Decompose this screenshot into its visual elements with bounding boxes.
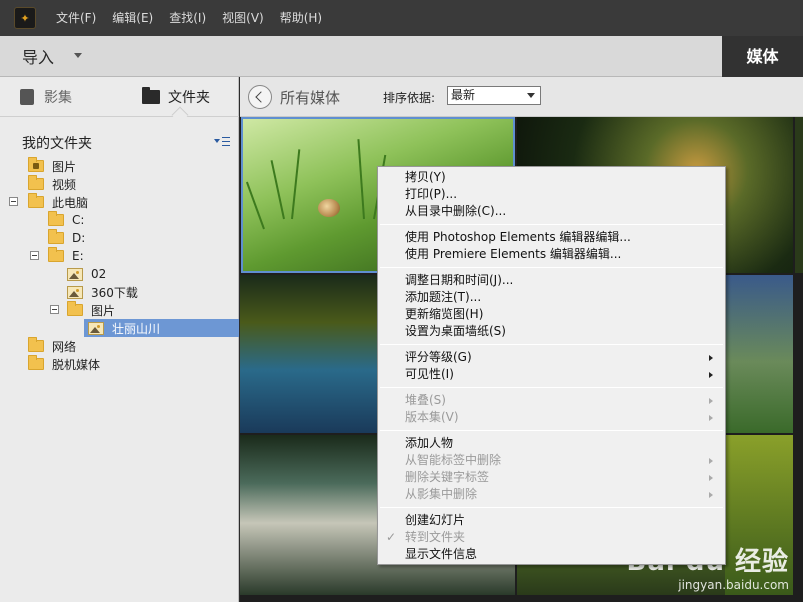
submenu-arrow-icon xyxy=(709,398,713,404)
folder-icon xyxy=(48,211,64,226)
menu-item-add-people[interactable]: 添加人物 xyxy=(405,435,453,452)
watermark-url: jingyan.baidu.com xyxy=(678,578,789,592)
menu-item-copy[interactable]: 拷贝(Y) xyxy=(405,169,446,186)
main-header: 所有媒体 排序依据: 最新 xyxy=(240,77,803,117)
collapse-icon[interactable] xyxy=(30,251,39,260)
image-folder-icon xyxy=(67,267,83,281)
folder-icon xyxy=(67,301,83,316)
tab-albums-label: 影集 xyxy=(44,90,72,106)
snail-image xyxy=(318,199,340,217)
tree-item[interactable]: 网络 xyxy=(28,337,76,355)
panel-tabs: 影集 文件夹 xyxy=(0,77,239,124)
left-panel: 影集 文件夹 我的文件夹 图片 视频 此电脑 C: D: E: 02 360下载… xyxy=(0,77,239,602)
tree-item[interactable]: E: xyxy=(48,247,84,265)
tab-folders-label: 文件夹 xyxy=(168,90,210,106)
checkmark-icon: ✓ xyxy=(386,530,397,544)
media-tab[interactable]: 媒体 xyxy=(722,36,803,77)
folder-icon xyxy=(48,229,64,244)
menu-item-remove-from-album: 从影集中删除 xyxy=(405,487,478,501)
tree-item[interactable]: 360下载 xyxy=(67,283,138,301)
menu-item-edit-premiere[interactable]: 使用 Premiere Elements 编辑器编辑... xyxy=(405,246,621,263)
tree-item[interactable]: 脱机媒体 xyxy=(28,355,100,373)
context-menu: 拷贝(Y) 打印(P)... 从目录中删除(C)... 使用 Photoshop… xyxy=(377,166,726,565)
tree-item[interactable]: 视频 xyxy=(28,175,76,193)
folder-icon xyxy=(28,175,44,190)
menu-item-visibility[interactable]: 可见性(I) xyxy=(405,366,454,383)
tree-item[interactable]: D: xyxy=(48,229,85,247)
media-thumbnail[interactable] xyxy=(795,117,803,273)
album-icon xyxy=(20,89,34,105)
collapse-icon[interactable] xyxy=(50,305,59,314)
submenu-arrow-icon xyxy=(709,355,713,361)
submenu-arrow-icon xyxy=(709,475,713,481)
menu-item-update-thumbnail[interactable]: 更新缩览图(H) xyxy=(405,306,483,323)
menu-item-create-slideshow[interactable]: 创建幻灯片 xyxy=(405,512,465,529)
menu-view[interactable]: 视图(V) xyxy=(214,0,272,36)
menu-help[interactable]: 帮助(H) xyxy=(272,0,330,36)
folder-icon xyxy=(28,355,44,370)
submenu-arrow-icon xyxy=(709,372,713,378)
menu-item-print[interactable]: 打印(P)... xyxy=(405,186,457,203)
toolbar: 导入 媒体 xyxy=(0,36,803,77)
tree-item[interactable]: 02 xyxy=(67,265,106,283)
back-button[interactable] xyxy=(248,85,272,109)
tree-item[interactable]: 图片 xyxy=(28,157,76,175)
my-folders-title: 我的文件夹 xyxy=(22,136,92,152)
folder-icon xyxy=(28,337,44,352)
submenu-arrow-icon xyxy=(709,415,713,421)
menu-item-edit-photoshop[interactable]: 使用 Photoshop Elements 编辑器编辑... xyxy=(405,229,631,246)
menu-separator xyxy=(380,224,723,225)
special-folder-icon xyxy=(28,157,44,172)
menu-item-add-caption[interactable]: 添加题注(T)... xyxy=(405,289,481,306)
menu-find[interactable]: 查找(I) xyxy=(161,0,214,36)
tree-item-selected[interactable]: 壮丽山川 xyxy=(84,319,239,337)
tree-item[interactable]: C: xyxy=(48,211,84,229)
menu-item-show-file-info[interactable]: 显示文件信息 xyxy=(405,546,477,563)
menu-separator xyxy=(380,267,723,268)
menu-item-stack: 堆叠(S) xyxy=(405,393,446,407)
image-folder-icon xyxy=(67,285,83,299)
import-button[interactable]: 导入 xyxy=(22,44,54,68)
folder-icon xyxy=(48,247,64,262)
collapse-icon[interactable] xyxy=(9,197,18,206)
breadcrumb: 所有媒体 xyxy=(280,89,341,107)
chevron-down-icon[interactable] xyxy=(74,53,82,58)
tab-pointer xyxy=(171,106,189,124)
menu-separator xyxy=(380,387,723,388)
menu-item-delete-from-catalog[interactable]: 从目录中删除(C)... xyxy=(405,203,506,220)
sort-label: 排序依据: xyxy=(383,91,436,105)
menu-separator xyxy=(380,430,723,431)
menu-item-remove-smart-tag: 从智能标签中删除 xyxy=(405,453,502,467)
app-logo-icon: ✦ xyxy=(14,7,36,29)
tab-albums[interactable]: 影集 xyxy=(20,87,72,107)
menu-item-go-to-folder: 转到文件夹 xyxy=(405,530,466,544)
menu-bar: ✦ 文件(F) 编辑(E) 查找(I) 视图(V) 帮助(H) xyxy=(0,0,803,36)
menu-edit[interactable]: 编辑(E) xyxy=(104,0,161,36)
tree-item[interactable]: 此电脑 xyxy=(28,193,88,211)
sort-select[interactable]: 最新 xyxy=(447,86,541,105)
folder-icon xyxy=(142,87,160,104)
media-thumbnail[interactable] xyxy=(725,275,793,433)
menu-file[interactable]: 文件(F) xyxy=(48,0,104,36)
folder-icon xyxy=(28,193,44,208)
menu-item-set-wallpaper[interactable]: 设置为桌面墙纸(S) xyxy=(405,323,506,340)
tree-item[interactable]: 图片 xyxy=(67,301,115,319)
menu-item-version-set: 版本集(V) xyxy=(405,410,459,424)
chevron-down-icon xyxy=(527,93,535,98)
submenu-arrow-icon xyxy=(709,458,713,464)
tab-folders[interactable]: 文件夹 xyxy=(142,87,210,107)
menu-separator xyxy=(380,507,723,508)
menu-item-rating[interactable]: 评分等级(G) xyxy=(405,349,472,366)
submenu-arrow-icon xyxy=(709,492,713,498)
menu-separator xyxy=(380,344,723,345)
image-folder-icon xyxy=(88,321,104,335)
menu-item-remove-keyword-tag: 删除关键字标签 xyxy=(405,470,490,484)
menu-item-adjust-date[interactable]: 调整日期和时间(J)... xyxy=(405,272,513,289)
list-options-icon[interactable] xyxy=(214,137,230,147)
